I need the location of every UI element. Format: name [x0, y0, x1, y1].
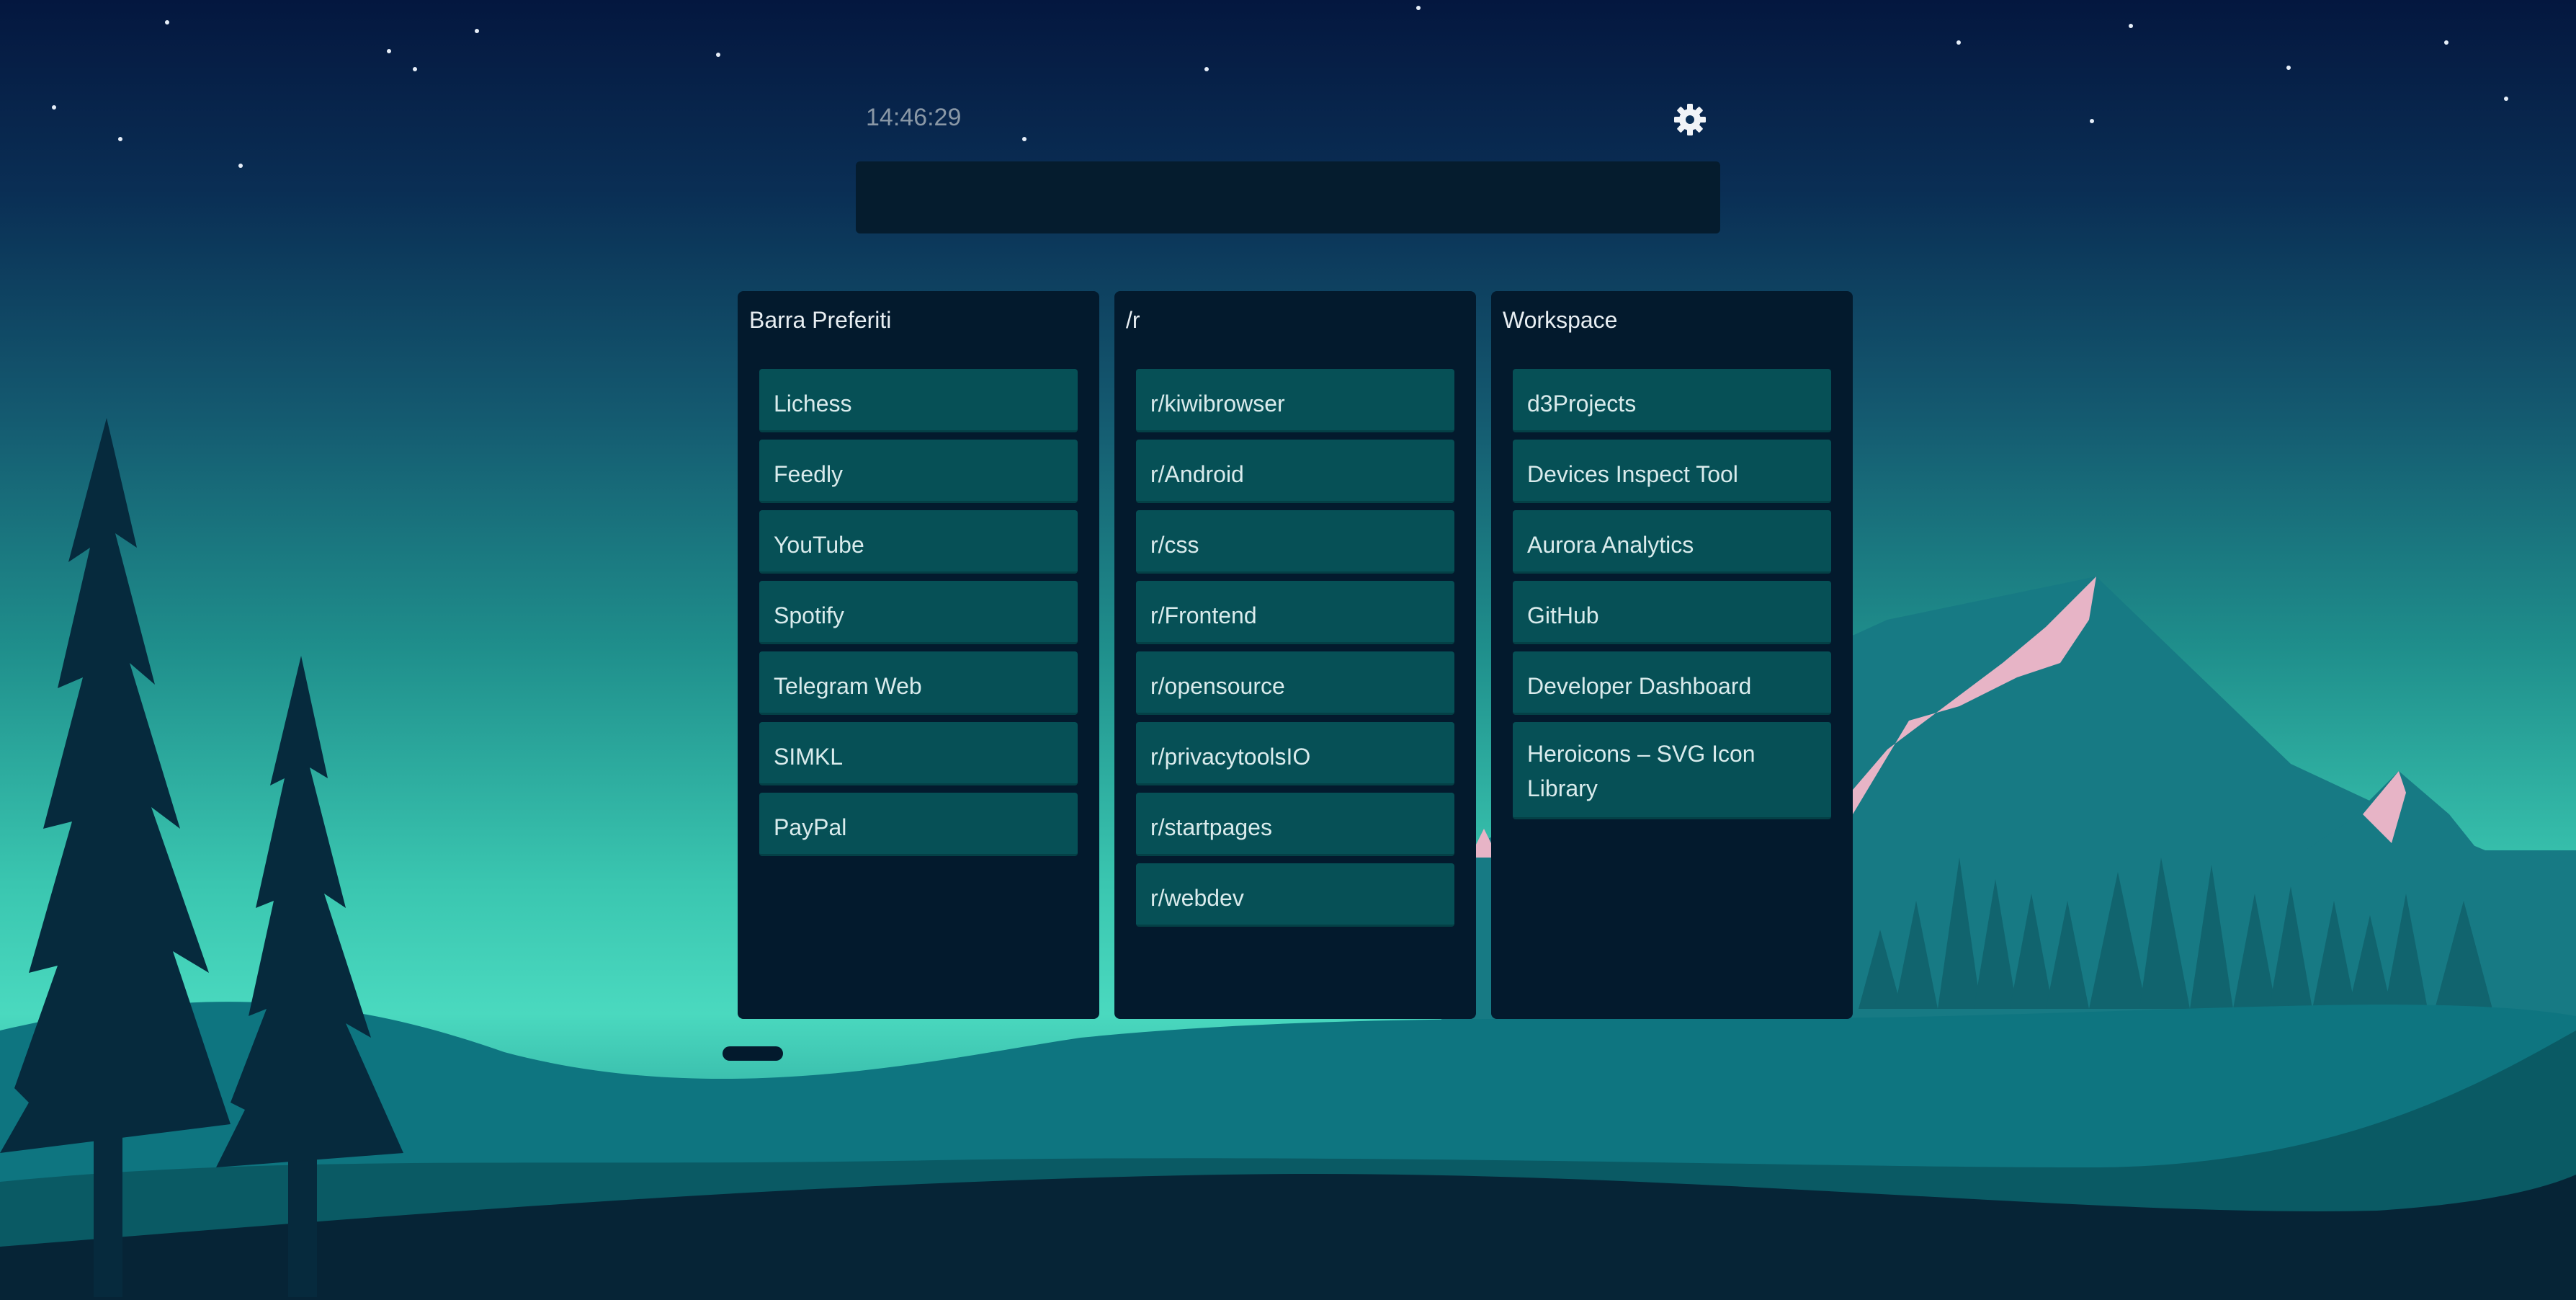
- link-aurora-analytics[interactable]: Aurora Analytics: [1513, 510, 1831, 574]
- column-reddit: /r r/kiwibrowser r/Android r/css r/Front…: [1114, 291, 1476, 1019]
- link-r-webdev[interactable]: r/webdev: [1136, 863, 1454, 927]
- column-title: Workspace: [1503, 307, 1618, 333]
- link-r-startpages[interactable]: r/startpages: [1136, 793, 1454, 856]
- link-r-css[interactable]: r/css: [1136, 510, 1454, 574]
- link-github[interactable]: GitHub: [1513, 581, 1831, 644]
- star: [413, 67, 417, 71]
- column-workspace: Workspace d3Projects Devices Inspect Too…: [1491, 291, 1853, 1019]
- link-youtube[interactable]: YouTube: [759, 510, 1078, 574]
- star: [165, 20, 169, 25]
- star: [118, 137, 122, 141]
- link-list: Lichess Feedly YouTube Spotify Telegram …: [759, 369, 1078, 863]
- link-devices-inspect-tool[interactable]: Devices Inspect Tool: [1513, 440, 1831, 503]
- search-input[interactable]: [856, 161, 1720, 233]
- settings-button[interactable]: [1673, 102, 1707, 137]
- star: [2129, 24, 2133, 28]
- star: [2504, 97, 2508, 101]
- column-title: /r: [1126, 307, 1140, 333]
- link-list: r/kiwibrowser r/Android r/css r/Frontend…: [1136, 369, 1454, 934]
- column-barra-preferiti: Barra Preferiti Lichess Feedly YouTube S…: [738, 291, 1099, 1019]
- star: [1204, 67, 1209, 71]
- link-r-privacytoolsio[interactable]: r/privacytoolsIO: [1136, 722, 1454, 785]
- link-r-opensource[interactable]: r/opensource: [1136, 651, 1454, 715]
- link-paypal[interactable]: PayPal: [759, 793, 1078, 856]
- star: [52, 105, 56, 110]
- link-r-android[interactable]: r/Android: [1136, 440, 1454, 503]
- star: [1022, 137, 1027, 141]
- link-spotify[interactable]: Spotify: [759, 581, 1078, 644]
- gear-icon: [1674, 104, 1706, 135]
- link-developer-dashboard[interactable]: Developer Dashboard: [1513, 651, 1831, 715]
- star: [716, 53, 720, 57]
- link-list: d3Projects Devices Inspect Tool Aurora A…: [1513, 369, 1831, 827]
- link-telegram-web[interactable]: Telegram Web: [759, 651, 1078, 715]
- star: [1416, 6, 1421, 10]
- link-feedly[interactable]: Feedly: [759, 440, 1078, 503]
- star: [475, 29, 479, 33]
- drag-handle[interactable]: [723, 1046, 783, 1061]
- clock: 14:46:29: [866, 104, 962, 131]
- link-d3projects[interactable]: d3Projects: [1513, 369, 1831, 432]
- column-title: Barra Preferiti: [749, 307, 892, 333]
- link-lichess[interactable]: Lichess: [759, 369, 1078, 432]
- link-heroicons[interactable]: Heroicons – SVG Icon Library: [1513, 722, 1831, 819]
- star: [387, 49, 391, 53]
- star: [238, 164, 243, 168]
- star: [2444, 40, 2448, 45]
- star: [2090, 119, 2094, 123]
- star: [2286, 66, 2291, 70]
- star: [1956, 40, 1961, 45]
- link-simkl[interactable]: SIMKL: [759, 722, 1078, 785]
- link-r-frontend[interactable]: r/Frontend: [1136, 581, 1454, 644]
- link-r-kiwibrowser[interactable]: r/kiwibrowser: [1136, 369, 1454, 432]
